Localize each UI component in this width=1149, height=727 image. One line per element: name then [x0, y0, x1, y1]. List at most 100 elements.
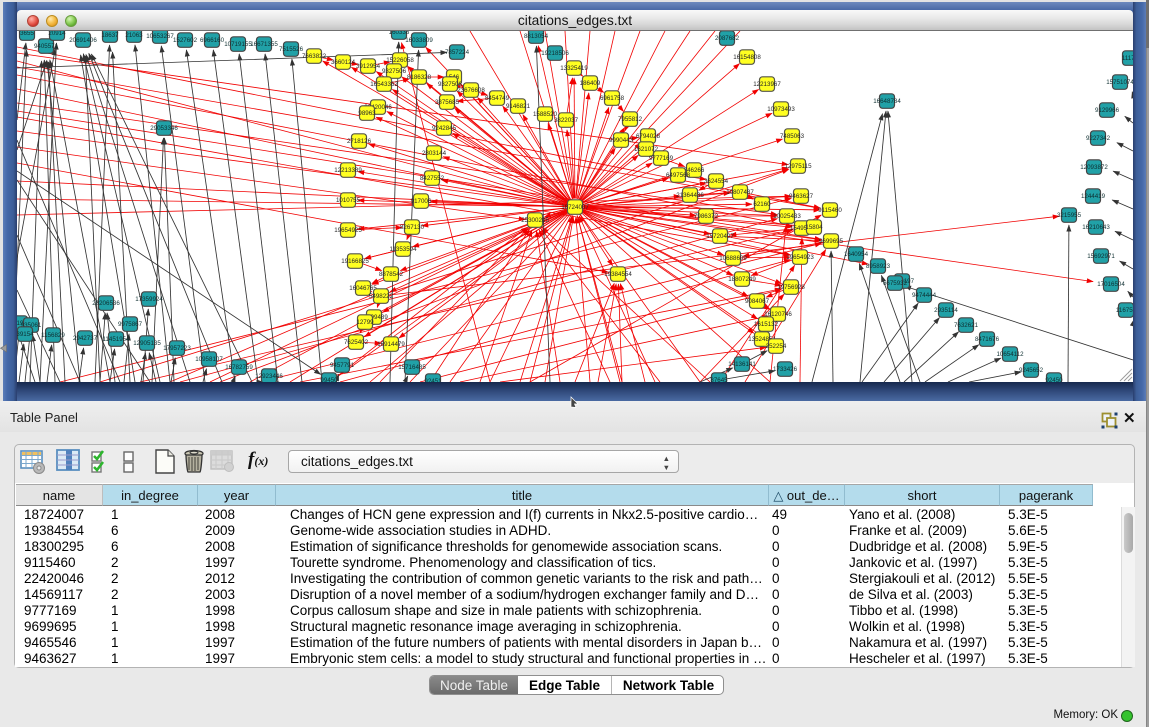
svg-text:6675932: 6675932	[883, 280, 908, 287]
svg-text:8186328: 8186328	[407, 74, 432, 81]
svg-text:16033809: 16033809	[405, 37, 433, 44]
svg-text:92450: 92450	[1045, 377, 1063, 382]
svg-text:20914: 20914	[48, 31, 66, 37]
svg-text:8267130: 8267130	[400, 224, 425, 231]
svg-text:19756928: 19756928	[777, 284, 805, 291]
svg-text:11175: 11175	[1122, 55, 1133, 62]
svg-text:3875685: 3875685	[435, 99, 460, 106]
svg-text:3660124: 3660124	[331, 59, 356, 66]
svg-text:2087682: 2087682	[715, 35, 740, 42]
svg-text:15751074: 15751074	[1106, 79, 1133, 86]
svg-text:2935114: 2935114	[934, 307, 958, 314]
svg-text:8454749: 8454749	[485, 95, 510, 102]
svg-text:9115460: 9115460	[818, 207, 842, 214]
svg-text:18807249: 18807249	[728, 276, 756, 283]
svg-text:15804: 15804	[805, 224, 823, 231]
svg-text:16782759: 16782759	[225, 364, 253, 371]
svg-text:8471676: 8471676	[975, 336, 1000, 343]
svg-text:9457791: 9457791	[330, 362, 355, 369]
svg-text:116753: 116753	[1116, 307, 1133, 314]
svg-text:15692971: 15692971	[1087, 253, 1115, 260]
svg-text:8878542: 8878542	[379, 271, 404, 278]
svg-text:3912954: 3912954	[356, 63, 381, 70]
svg-text:3822037: 3822037	[554, 117, 579, 124]
svg-text:1156829: 1156829	[41, 332, 65, 339]
svg-text:1640954: 1640954	[844, 251, 869, 258]
svg-text:6497568: 6497568	[666, 172, 691, 179]
svg-text:13325419: 13325419	[560, 65, 588, 72]
svg-text:10958107: 10958107	[195, 356, 223, 363]
svg-text:18724007: 18724007	[561, 204, 589, 211]
svg-text:16210643: 16210643	[1082, 224, 1110, 231]
svg-text:10688609: 10688609	[719, 255, 747, 262]
svg-text:2803144: 2803144	[422, 150, 447, 157]
svg-text:92451: 92451	[424, 378, 442, 382]
svg-text:2718126: 2718126	[347, 138, 372, 145]
svg-text:10973493: 10973493	[767, 106, 795, 113]
svg-text:16154808: 16154808	[733, 54, 761, 61]
svg-text:7515526: 7515526	[279, 46, 304, 53]
svg-text:1527602: 1527602	[173, 37, 198, 44]
svg-text:9405571: 9405571	[34, 43, 59, 50]
svg-text:19654925: 19654925	[334, 227, 362, 234]
svg-text:19166825: 19166825	[341, 258, 369, 265]
svg-text:3655: 3655	[20, 31, 34, 37]
svg-text:11353594: 11353594	[389, 246, 417, 253]
svg-text:23676608: 23676608	[457, 87, 485, 94]
svg-text:1244419: 1244419	[1081, 193, 1106, 200]
svg-text:7485063: 7485063	[780, 133, 805, 140]
svg-text:14136141: 14136141	[728, 361, 756, 368]
svg-text:8958923: 8958923	[866, 263, 891, 270]
svg-text:6966160: 6966160	[200, 37, 225, 44]
svg-text:9227342: 9227342	[1086, 135, 1111, 142]
svg-text:25300205: 25300205	[521, 217, 549, 224]
svg-text:12923446: 12923446	[255, 373, 283, 380]
svg-text:17957223: 17957223	[163, 345, 191, 352]
svg-text:15716485: 15716485	[398, 364, 426, 371]
svg-text:9327506: 9327506	[382, 68, 407, 75]
svg-text:9084067: 9084067	[745, 298, 770, 305]
svg-text:7857224: 7857224	[445, 49, 470, 56]
svg-text:21364436: 21364436	[676, 192, 704, 199]
svg-text:9975867: 9975867	[118, 321, 143, 328]
svg-text:7986372: 7986372	[694, 213, 719, 220]
svg-text:62160: 62160	[753, 201, 771, 208]
svg-text:6794028: 6794028	[636, 133, 661, 140]
svg-text:9699695: 9699695	[819, 238, 844, 245]
svg-text:20691406: 20691406	[69, 37, 97, 44]
svg-text:17016504: 17016504	[1097, 281, 1125, 288]
svg-text:9990443: 9990443	[609, 137, 634, 144]
svg-text:19654923: 19654923	[786, 254, 814, 261]
svg-text:12213389: 12213389	[334, 167, 362, 174]
svg-text:10025433: 10025433	[773, 213, 801, 220]
svg-text:1010755: 1010755	[336, 197, 361, 204]
svg-text:9474444: 9474444	[912, 292, 937, 299]
svg-text:12799: 12799	[356, 319, 374, 326]
svg-text:12093872: 12093872	[1080, 164, 1108, 171]
svg-text:3624554: 3624554	[704, 178, 729, 185]
svg-text:7625402: 7625402	[344, 339, 369, 346]
svg-text:19384554: 19384554	[604, 271, 632, 278]
svg-text:9146821: 9146821	[506, 103, 531, 110]
svg-text:1615132: 1615132	[754, 321, 779, 328]
svg-text:15720407: 15720407	[706, 233, 734, 240]
svg-text:12975115: 12975115	[784, 163, 812, 170]
svg-text:10653267: 10653267	[146, 33, 174, 40]
svg-text:9463627: 9463627	[789, 193, 814, 200]
svg-text:8813054: 8813054	[524, 33, 549, 40]
svg-text:16648784: 16648784	[873, 98, 901, 105]
svg-text:3215955: 3215955	[1057, 212, 1082, 219]
svg-text:17359924: 17359924	[135, 296, 163, 303]
svg-text:10654112: 10654112	[996, 351, 1024, 358]
svg-text:15226058: 15226058	[386, 57, 414, 64]
svg-text:9777169: 9777169	[649, 155, 674, 162]
svg-text:29053346: 29053346	[150, 125, 178, 132]
svg-text:39154: 39154	[17, 331, 34, 338]
svg-text:10807487: 10807487	[726, 189, 754, 196]
svg-text:160338: 160338	[389, 31, 410, 36]
svg-text:1733426: 1733426	[773, 366, 798, 373]
svg-text:9245652: 9245652	[1019, 367, 1044, 374]
svg-text:186409: 186409	[580, 80, 601, 87]
svg-text:21063: 21063	[125, 32, 143, 39]
svg-text:7632621: 7632621	[954, 322, 979, 329]
